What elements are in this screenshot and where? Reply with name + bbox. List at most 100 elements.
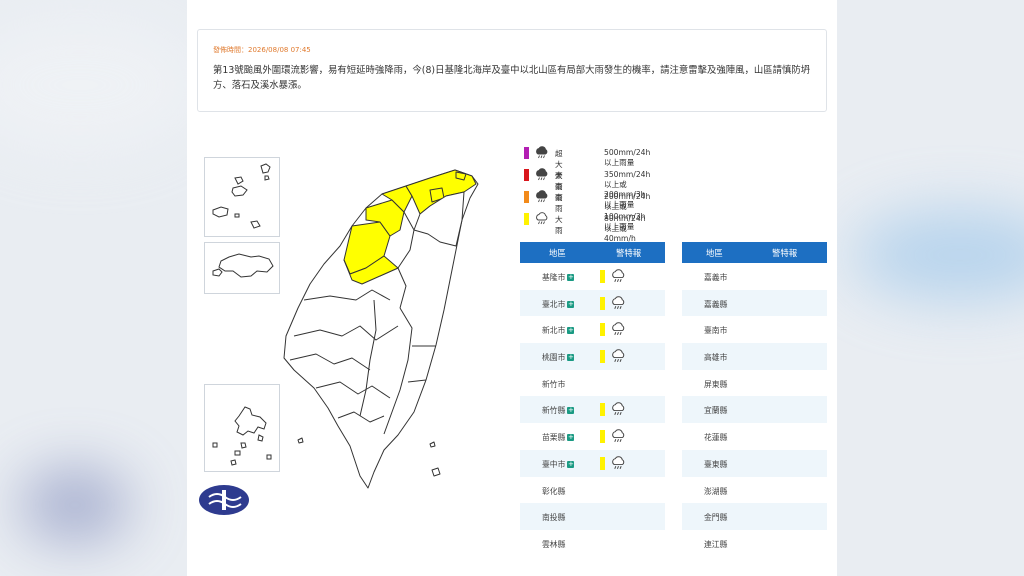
region-name: 彰化縣 xyxy=(542,486,566,496)
region-name[interactable]: 桃園市 + xyxy=(542,352,575,363)
region-row: 花蓮縣 xyxy=(682,423,827,450)
warning-icon xyxy=(611,322,626,339)
region-row: 臺東縣 xyxy=(682,449,827,477)
region-row: 連江縣 xyxy=(682,530,827,557)
region-name: 南投縣 xyxy=(542,513,566,523)
region-row: 澎湖縣 xyxy=(682,477,827,504)
header-region: 地區 xyxy=(549,248,566,258)
background-blur xyxy=(0,20,200,150)
region-name: 高雄市 xyxy=(704,353,728,363)
legend-swatch xyxy=(524,191,529,203)
region-row[interactable]: 苗栗縣 + xyxy=(520,423,665,450)
region-name: 金門縣 xyxy=(704,513,728,523)
heavy-rain-icon xyxy=(536,168,548,181)
expand-icon[interactable]: + xyxy=(567,407,575,415)
region-name: 宜蘭縣 xyxy=(704,406,728,416)
region-name: 嘉義市 xyxy=(704,273,728,282)
region-row[interactable]: 臺北市 + xyxy=(520,289,665,317)
header-region: 地區 xyxy=(706,248,723,258)
rain-icon xyxy=(612,429,625,443)
warning-icon xyxy=(611,456,626,473)
region-row: 南投縣 xyxy=(520,503,665,530)
warning-icon xyxy=(611,269,626,286)
region-name[interactable]: 新北市 + xyxy=(542,325,575,336)
heavy-rain-icon xyxy=(536,146,548,159)
warning-table-right: 地區 警特報 嘉義市嘉義縣臺南市高雄市屏東縣宜蘭縣花蓮縣臺東縣澎湖縣金門縣連江縣 xyxy=(682,242,827,557)
region-row[interactable]: 臺中市 + xyxy=(520,449,665,477)
rain-icon xyxy=(612,295,625,309)
region-name: 雲林縣 xyxy=(542,539,566,549)
legend-name: 大雨 xyxy=(555,215,563,235)
region-name[interactable]: 臺中市 + xyxy=(542,459,575,470)
expand-icon[interactable]: + xyxy=(567,300,575,308)
warning-icon xyxy=(611,429,626,446)
region-name: 臺南市 xyxy=(704,326,728,336)
region-row: 高雄市 xyxy=(682,343,827,370)
region-keelung xyxy=(455,171,467,181)
region-name[interactable]: 苗栗縣 + xyxy=(542,432,575,443)
warning-icon xyxy=(611,295,626,313)
background-blur xyxy=(20,470,130,540)
region-name: 嘉義縣 xyxy=(704,299,728,309)
region-row: 臺南市 xyxy=(682,316,827,343)
region-row: 嘉義縣 xyxy=(682,289,827,317)
region-row: 嘉義市 xyxy=(682,263,827,290)
expand-icon[interactable]: + xyxy=(567,434,575,442)
warning-level-bar xyxy=(600,270,605,283)
region-name: 澎湖縣 xyxy=(704,486,728,496)
warning-level-bar xyxy=(600,430,605,444)
region-row[interactable]: 基隆市 + xyxy=(520,263,665,290)
notice-box: 發佈時間：2026/08/08 07:45 第13號颱風外圍環流影響，易有短延時… xyxy=(197,29,827,112)
warning-level-bar xyxy=(600,296,605,310)
cwa-logo xyxy=(199,485,249,515)
rain-icon xyxy=(536,212,548,225)
warning-level-bar xyxy=(600,323,605,337)
issue-time: 發佈時間：2026/08/08 07:45 xyxy=(213,46,311,54)
expand-icon[interactable]: + xyxy=(567,354,575,362)
rain-icon xyxy=(612,456,625,469)
expand-icon[interactable]: + xyxy=(567,460,575,468)
legend-description: 500mm/24h 以上雨量 xyxy=(604,148,651,167)
rain-icon xyxy=(612,322,625,336)
legend-icon xyxy=(535,146,549,162)
region-name[interactable]: 臺北市 + xyxy=(542,299,575,310)
region-row[interactable]: 桃園市 + xyxy=(520,343,665,370)
region-row: 彰化縣 xyxy=(520,477,665,504)
region-row: 宜蘭縣 xyxy=(682,396,827,424)
legend-name: 豪雨 xyxy=(555,193,563,213)
region-name[interactable]: 新竹縣 + xyxy=(542,405,575,416)
region-name: 新竹市 xyxy=(542,379,566,389)
inset-penghu xyxy=(204,384,280,472)
heavy-rain-icon xyxy=(536,190,548,203)
warning-icon xyxy=(611,349,626,366)
expand-icon[interactable]: + xyxy=(567,274,575,281)
warning-icon xyxy=(611,402,626,419)
region-row: 新竹市 xyxy=(520,370,665,397)
rain-icon xyxy=(612,402,625,416)
legend-swatch xyxy=(524,147,529,159)
region-row: 屏東縣 xyxy=(682,370,827,397)
table-header: 地區 警特報 xyxy=(520,242,665,263)
table-header: 地區 警特報 xyxy=(682,242,827,263)
region-name: 連江縣 xyxy=(704,539,728,549)
rain-icon xyxy=(612,269,625,283)
region-name: 臺東縣 xyxy=(704,459,728,469)
header-warning: 警特報 xyxy=(616,248,642,258)
region-row[interactable]: 新竹縣 + xyxy=(520,396,665,424)
legend-swatch xyxy=(524,169,529,181)
expand-icon[interactable]: + xyxy=(567,327,575,335)
legend-icon xyxy=(535,212,549,228)
region-name[interactable]: 基隆市 + xyxy=(542,272,575,283)
header-warning: 警特報 xyxy=(772,248,798,258)
warning-table-left: 地區 警特報 基隆市 + 臺北市 + 新北市 + 桃園市 + 新竹市新竹縣 + 苗栗縣 + 臺中市 + 彰化… xyxy=(520,242,665,557)
region-row: 金門縣 xyxy=(682,503,827,530)
background-blur xyxy=(850,210,1024,300)
taiwan-map xyxy=(283,169,479,489)
legend-icon xyxy=(535,190,549,206)
inset-kinmen xyxy=(204,242,280,294)
warning-level-bar xyxy=(600,403,605,417)
region-name: 屏東縣 xyxy=(704,379,728,389)
region-row[interactable]: 新北市 + xyxy=(520,316,665,343)
region-name: 花蓮縣 xyxy=(704,433,728,443)
legend-icon xyxy=(535,168,549,184)
